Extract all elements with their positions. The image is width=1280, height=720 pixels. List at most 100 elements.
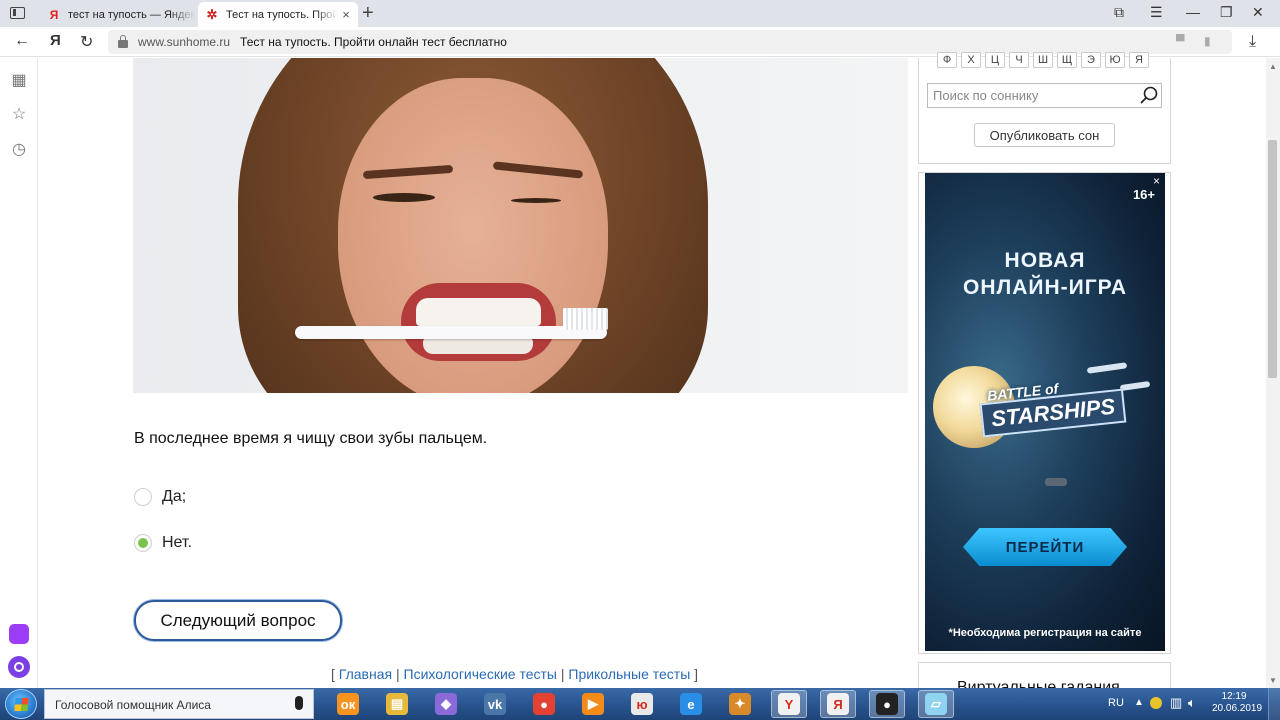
microphone-icon[interactable] <box>295 696 303 710</box>
taskbar-yandex-browser-icon[interactable]: Я <box>820 690 856 718</box>
apps-grid-icon[interactable]: ▦ <box>10 70 28 90</box>
option-yes[interactable]: Да; <box>134 487 186 507</box>
ad-cta-button[interactable]: ПЕРЕЙТИ <box>963 528 1127 566</box>
bookmark-icon[interactable]: ▮ <box>1204 34 1211 48</box>
taskbar-internet-explorer-icon[interactable]: e <box>673 690 709 718</box>
close-window-icon[interactable]: ✕ <box>1252 4 1264 21</box>
letter-link[interactable]: Х <box>961 52 981 68</box>
show-desktop-button[interactable] <box>1268 688 1280 720</box>
letter-link[interactable]: Я <box>1129 52 1149 68</box>
alphabet-index: Ф Х Ц Ч Ш Щ Э Ю Я <box>937 52 1153 68</box>
letter-link[interactable]: Ц <box>985 52 1005 68</box>
option-no[interactable]: Нет. <box>134 533 192 553</box>
taskbar-explorer-icon[interactable]: ▤ <box>379 690 415 718</box>
omnibox[interactable]: www.sunhome.ru Тест на тупость. Пройти о… <box>108 30 1232 54</box>
taskbar-counter-strike-icon[interactable]: ✦ <box>722 690 758 718</box>
next-question-button[interactable]: Следующий вопрос <box>134 600 342 641</box>
clock-date: 20.06.2019 <box>1212 703 1263 714</box>
scroll-up-icon[interactable]: ▲ <box>1269 62 1277 71</box>
radio-yes[interactable] <box>134 488 152 506</box>
volume-icon[interactable]: 🔈︎ <box>1188 695 1196 711</box>
link-home[interactable]: Главная <box>339 666 392 682</box>
virtual-fortune-widget[interactable]: Виртуальные гадания <box>918 662 1171 688</box>
back-icon[interactable]: ← <box>14 32 30 50</box>
minimize-icon[interactable]: — <box>1186 4 1200 20</box>
starship-shape <box>1119 380 1151 392</box>
system-clock[interactable]: 12:19 20.06.2019 <box>1212 691 1263 715</box>
ad-close-icon[interactable]: × <box>1153 174 1160 188</box>
letter-link[interactable]: Ш <box>1033 52 1053 68</box>
new-tab-button[interactable]: + <box>362 2 374 25</box>
letter-link[interactable]: Э <box>1081 52 1101 68</box>
radio-no[interactable] <box>134 534 152 552</box>
hero-photo <box>133 58 908 393</box>
taskbar-visual-studio-icon[interactable]: ◆ <box>428 690 464 718</box>
network-icon[interactable]: ▥ <box>1170 695 1182 711</box>
chrome-glyph: ● <box>533 693 555 715</box>
lock-icon <box>118 35 128 48</box>
alice-search-label: Голосовой помощник Алиса <box>55 698 211 712</box>
yandex-favicon-icon: Я <box>49 7 59 22</box>
tab-yandex-search[interactable]: Я тест на тупость — Яндекс <box>40 2 195 27</box>
taskbar-notes-icon[interactable]: ▱ <box>918 690 954 718</box>
taskbar-yandex-music-icon[interactable]: ю <box>624 690 660 718</box>
scroll-down-icon[interactable]: ▼ <box>1269 676 1277 685</box>
starship-shape <box>1086 362 1128 374</box>
taskbar-recorder-icon[interactable]: ● <box>869 690 905 718</box>
separator: | <box>395 666 400 682</box>
chat-icon[interactable]: ▀ <box>1176 34 1185 48</box>
history-clock-icon[interactable]: ◷ <box>10 139 28 159</box>
yandex-music-glyph: ю <box>631 693 653 715</box>
letter-link[interactable]: Щ <box>1057 52 1077 68</box>
letter-link[interactable]: Ч <box>1009 52 1029 68</box>
publish-dream-button[interactable]: Опубликовать сон <box>974 123 1115 147</box>
clock-time: 12:19 <box>1221 691 1247 702</box>
menu-icon[interactable]: ☰ <box>1150 4 1163 21</box>
taskbar-media-player-icon[interactable]: ▶ <box>575 690 611 718</box>
link-psych-tests[interactable]: Психологические тесты <box>404 666 557 682</box>
ad-headline-2: ОНЛАЙН-ИГРА <box>963 276 1127 299</box>
start-button[interactable] <box>5 689 37 719</box>
counter-strike-glyph: ✦ <box>729 693 751 715</box>
left-eye <box>373 193 435 202</box>
restore-icon[interactable]: ❐ <box>1220 4 1233 21</box>
link-funny-tests[interactable]: Прикольные тесты <box>568 666 690 682</box>
tab-sunhome[interactable]: ✲ Тест на тупость. Пройти онлайн тест бе… <box>198 2 358 27</box>
taskbar-vk-icon[interactable]: vk <box>477 690 513 718</box>
widget-title: Виртуальные гадания <box>957 679 1120 688</box>
close-tab-icon[interactable]: × <box>338 7 354 22</box>
windows-taskbar: Голосовой помощник Алиса ок ▤ ◆ vk ● ▶ ю e ✦ Y Я ● ▱… <box>0 688 1280 720</box>
tray-expand-icon[interactable]: ▲ <box>1134 697 1144 708</box>
taskbar-odnoklassniki-icon[interactable]: ок <box>330 690 366 718</box>
search-icon[interactable] <box>1140 86 1158 104</box>
scroll-thumb[interactable] <box>1268 140 1277 378</box>
game-ad-banner[interactable]: × 16+ НОВАЯ ОНЛАЙН-ИГРА BATTLE of STARSH… <box>925 173 1165 651</box>
alice-chat-icon[interactable] <box>9 624 29 644</box>
alice-voice-icon[interactable] <box>8 656 30 678</box>
taskbar-chrome-icon[interactable]: ● <box>526 690 562 718</box>
reload-icon[interactable]: ↻ <box>80 32 93 52</box>
bookmark-manager-icon[interactable]: ⧉ <box>1114 4 1124 21</box>
alice-voice-search[interactable]: Голосовой помощник Алиса <box>44 689 314 719</box>
letter-link[interactable]: Ф <box>937 52 957 68</box>
ad-headline-1: НОВАЯ <box>1004 249 1086 272</box>
letter-link[interactable]: Ю <box>1105 52 1125 68</box>
yandex-disk-tray-icon[interactable] <box>1150 697 1162 709</box>
option-label: Нет. <box>162 534 192 551</box>
language-indicator[interactable]: RU <box>1108 697 1124 709</box>
lower-teeth <box>423 338 533 354</box>
yandex-home-button[interactable]: Я <box>50 32 61 49</box>
vk-glyph: vk <box>484 693 506 715</box>
taskbar-yandex-y-icon[interactable]: Y <box>771 690 807 718</box>
footer-nav: [ Главная | Психологические тесты | Прик… <box>331 666 698 682</box>
tab-title: тест на тупость — Яндекс <box>68 8 195 21</box>
page-scrollbar[interactable]: ▲ ▼ <box>1266 58 1280 688</box>
asteroid-shape <box>1045 478 1067 486</box>
dream-book-widget <box>918 58 1171 164</box>
sunhome-favicon-icon: ✲ <box>206 6 218 22</box>
dream-search-input[interactable] <box>927 83 1162 108</box>
star-icon[interactable]: ☆ <box>10 104 28 124</box>
panel-icon[interactable] <box>10 7 25 19</box>
download-icon[interactable]: ⤓ <box>1249 33 1256 51</box>
page-title: Тест на тупость. Пройти онлайн тест бесп… <box>240 35 507 49</box>
